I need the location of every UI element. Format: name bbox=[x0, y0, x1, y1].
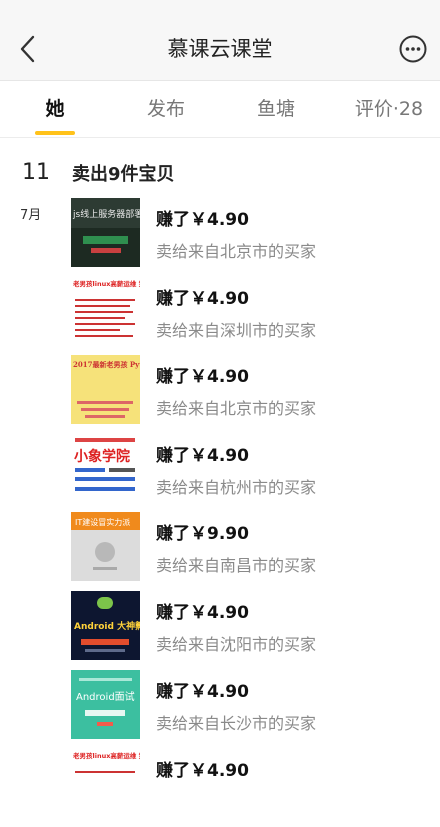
app-header: 慕课云课堂 bbox=[0, 18, 440, 81]
svg-text:Android 大神孵化器: Android 大神孵化器 bbox=[74, 620, 140, 632]
buyer-location: 卖给来自北京市的买家 bbox=[156, 242, 317, 261]
sold-item[interactable]: 2017最新老男孩 Python 14 赚了￥4.90 卖给来自北京市的买家 bbox=[71, 355, 440, 433]
buyer-location: 卖给来自沈阳市的买家 bbox=[156, 635, 317, 654]
item-thumbnail: Android面试 bbox=[71, 670, 140, 739]
sold-item[interactable]: Android 大神孵化器 赚了￥4.90 卖给来自沈阳市的买家 bbox=[71, 591, 440, 669]
tab-fishpond[interactable]: 鱼塘 bbox=[246, 81, 306, 137]
tab-reviews[interactable]: 评价·28 bbox=[348, 81, 430, 137]
item-thumbnail: 2017最新老男孩 Python 14 bbox=[71, 355, 140, 424]
active-tab-indicator bbox=[35, 131, 75, 135]
item-thumbnail: Android 大神孵化器 bbox=[71, 591, 140, 660]
svg-text:2017最新老男孩 Python 14: 2017最新老男孩 Python 14 bbox=[73, 360, 140, 369]
item-thumbnail: js线上服务器部署 bbox=[71, 198, 140, 267]
earned-amount: 赚了￥9.90 bbox=[156, 524, 249, 544]
earned-amount: 赚了￥4.90 bbox=[156, 682, 249, 702]
tab-published[interactable]: 发布 bbox=[136, 81, 196, 137]
sold-item[interactable]: 老男孩linux高薪运维 第28期视频教程 赚了￥4.90 bbox=[71, 749, 440, 827]
earned-amount: 赚了￥4.90 bbox=[156, 367, 249, 387]
svg-text:小象学院: 小象学院 bbox=[74, 448, 130, 465]
earned-amount: 赚了￥4.90 bbox=[156, 446, 249, 466]
profile-tabs: 她 发布 鱼塘 评价·28 bbox=[0, 81, 440, 138]
sold-item[interactable]: Android面试 赚了￥4.90 卖给来自长沙市的买家 bbox=[71, 670, 440, 748]
more-options-icon[interactable] bbox=[399, 35, 427, 63]
svg-text:IT建设冒实力派: IT建设冒实力派 bbox=[75, 517, 130, 527]
sold-item[interactable]: 老男孩linux高薪运维 第28期视频教程 赚了￥4.90 卖给来自深圳市的买家 bbox=[71, 277, 440, 355]
item-thumbnail: 小象学院 bbox=[71, 434, 140, 503]
sold-item[interactable]: IT建设冒实力派 赚了￥9.90 卖给来自南昌市的买家 bbox=[71, 512, 440, 590]
buyer-location: 卖给来自北京市的买家 bbox=[156, 399, 317, 418]
page-title: 慕课云课堂 bbox=[167, 37, 273, 61]
buyer-location: 卖给来自长沙市的买家 bbox=[156, 714, 317, 733]
earned-amount: 赚了￥4.90 bbox=[156, 603, 249, 623]
svg-text:js线上服务器部署: js线上服务器部署 bbox=[72, 208, 140, 220]
sold-summary: 卖出9件宝贝 bbox=[72, 164, 175, 185]
earned-amount: 赚了￥4.90 bbox=[156, 210, 249, 230]
earned-amount: 赚了￥4.90 bbox=[156, 289, 249, 309]
svg-text:Android面试: Android面试 bbox=[76, 690, 135, 703]
sold-item[interactable]: js线上服务器部署 赚了￥4.90 卖给来自北京市的买家 bbox=[71, 198, 440, 276]
status-bar bbox=[0, 0, 440, 18]
sold-item[interactable]: 小象学院 赚了￥4.90 卖给来自杭州市的买家 bbox=[71, 434, 440, 512]
buyer-location: 卖给来自杭州市的买家 bbox=[156, 478, 317, 497]
date-month: 7月 bbox=[20, 208, 42, 223]
item-thumbnail: 老男孩linux高薪运维 第28期视频教程 bbox=[71, 277, 140, 346]
buyer-location: 卖给来自深圳市的买家 bbox=[156, 321, 317, 340]
tab-her[interactable]: 她 bbox=[25, 81, 85, 137]
date-day: 11 bbox=[22, 160, 50, 185]
earned-amount: 赚了￥4.90 bbox=[156, 761, 249, 781]
item-thumbnail: IT建设冒实力派 bbox=[71, 512, 140, 581]
buyer-location: 卖给来自南昌市的买家 bbox=[156, 556, 317, 575]
svg-text:老男孩linux高薪运维 第28期视频教程: 老男孩linux高薪运维 第28期视频教程 bbox=[72, 279, 140, 288]
item-thumbnail: 老男孩linux高薪运维 第28期视频教程 bbox=[71, 749, 140, 818]
svg-text:老男孩linux高薪运维 第28期视频教程: 老男孩linux高薪运维 第28期视频教程 bbox=[72, 751, 140, 760]
